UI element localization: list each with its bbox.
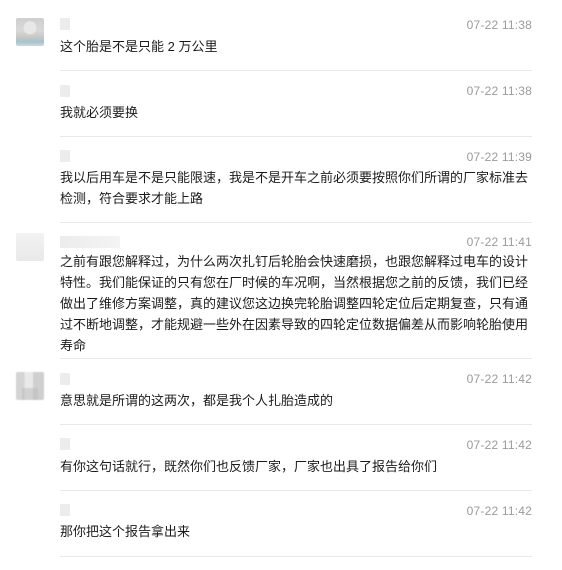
message-timestamp: 07-22 11:42 [466, 438, 532, 452]
message-divider [60, 136, 532, 137]
message-text: 那你把这个报告拿出来 [60, 524, 191, 539]
message-divider [60, 490, 532, 491]
message-timestamp: 07-22 11:41 [466, 235, 532, 249]
sender-name [60, 18, 70, 30]
message-timestamp: 07-22 11:42 [466, 372, 532, 386]
message-divider [60, 358, 532, 359]
message-timestamp: 07-22 11:42 [466, 504, 532, 518]
message-text: 有你这句话就行，既然你们也反馈厂家，厂家也出具了报告给你们 [60, 459, 438, 474]
message-text: 我以后用车是不是只能限速，我是不是开车之前必须要按照你们所谓的厂家标准去检测，符… [60, 170, 529, 206]
avatar[interactable] [16, 372, 44, 400]
message-timestamp: 07-22 11:39 [466, 150, 532, 164]
message-timestamp: 07-22 11:38 [466, 84, 532, 98]
message-divider [60, 70, 532, 71]
sender-name [60, 150, 70, 162]
message-text: 之前有跟您解释过，为什么两次扎钉后轮胎会快速磨损，也跟您解释过电车的设计特性。我… [60, 254, 529, 353]
sender-name [60, 85, 70, 97]
message-divider [60, 556, 532, 557]
sender-name [60, 504, 70, 516]
message-timestamp: 07-22 11:38 [466, 18, 532, 32]
sender-name [60, 373, 70, 385]
chat-message-list: 07-22 11:38 这个胎是不是只能 2 万公里 07-22 11:38 我… [0, 0, 562, 570]
avatar[interactable] [16, 18, 44, 46]
message-divider [60, 222, 532, 223]
avatar[interactable] [16, 233, 44, 261]
message-divider [60, 424, 532, 425]
sender-name [60, 438, 70, 450]
message-text: 我就必须要换 [60, 105, 139, 120]
sender-name [60, 236, 120, 248]
message-text: 这个胎是不是只能 2 万公里 [60, 39, 218, 54]
message-text: 意思就是所谓的这两次，都是我个人扎胎造成的 [60, 393, 334, 408]
